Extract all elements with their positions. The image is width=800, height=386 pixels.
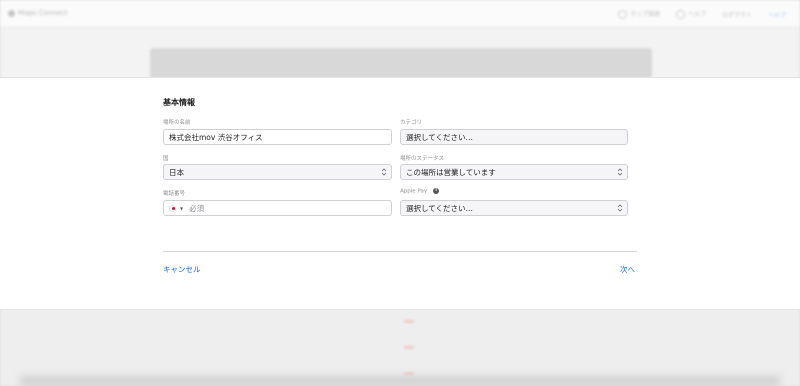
status-label: 場所のステータス <box>400 156 445 162</box>
chevron-updown-icon <box>617 203 623 213</box>
apple-pay-value: 選択してください… <box>406 203 474 213</box>
background-topbar-item: ヘルプ <box>675 9 706 19</box>
apple-pay-select[interactable]: 選択してください… <box>400 200 628 216</box>
status-value: この場所は営業しています <box>406 167 496 177</box>
phone-label: 電話番号 <box>163 191 186 197</box>
info-icon[interactable]: i <box>433 188 440 194</box>
place-name-input[interactable]: 株式会社mov 渋谷オフィス <box>163 129 392 145</box>
background-topbar-actions: マップ接続 ヘルプ ログアウト ヘルプ <box>617 9 786 19</box>
background-link: ヘルプ <box>767 11 786 19</box>
background-status-mark <box>404 320 414 323</box>
category-value: 選択してください… <box>406 132 474 142</box>
country-label: 国 <box>163 156 169 162</box>
caret-down-icon[interactable]: ▼ <box>180 206 183 211</box>
apple-pay-label: Apple Pay i <box>400 188 440 195</box>
category-label: カテゴリ <box>400 120 423 126</box>
footer-divider <box>163 251 637 252</box>
apple-pay-label-text: Apple Pay <box>400 188 428 195</box>
category-input[interactable]: 選択してください… <box>400 129 628 145</box>
background-status-mark <box>404 346 414 349</box>
background-list <box>0 310 800 386</box>
background-topbar: Maps Connect マップ接続 ヘルプ ログアウト ヘルプ <box>0 0 800 28</box>
background-logo: Maps Connect <box>8 9 68 17</box>
next-button[interactable]: 次へ <box>620 264 635 275</box>
cancel-button[interactable]: キャンセル <box>163 264 201 275</box>
phone-input[interactable]: ▼ 必須 <box>163 200 392 216</box>
phone-placeholder: 必須 <box>189 203 205 213</box>
country-value: 日本 <box>169 167 184 177</box>
background-app-name: Maps Connect <box>18 9 68 17</box>
background-topbar-item: マップ接続 <box>617 9 660 19</box>
user-icon <box>675 10 685 19</box>
background-shadow <box>20 376 780 386</box>
japan-flag-icon[interactable] <box>169 204 176 212</box>
apple-logo-icon <box>8 9 15 17</box>
place-name-label: 場所の名前 <box>163 120 191 126</box>
globe-icon <box>617 10 627 19</box>
background-banner <box>150 48 652 78</box>
chevron-updown-icon <box>381 167 387 177</box>
basic-info-sheet: 基本情報 場所の名前 株式会社mov 渋谷オフィス カテゴリ 選択してください…… <box>0 77 800 310</box>
background-topbar-item: ログアウト <box>721 11 752 19</box>
chevron-updown-icon <box>617 167 623 177</box>
status-select[interactable]: この場所は営業しています <box>400 164 628 180</box>
country-select[interactable]: 日本 <box>163 164 392 180</box>
place-name-value: 株式会社mov 渋谷オフィス <box>169 132 263 142</box>
background-status-mark <box>404 372 414 375</box>
section-title: 基本情報 <box>163 98 195 107</box>
